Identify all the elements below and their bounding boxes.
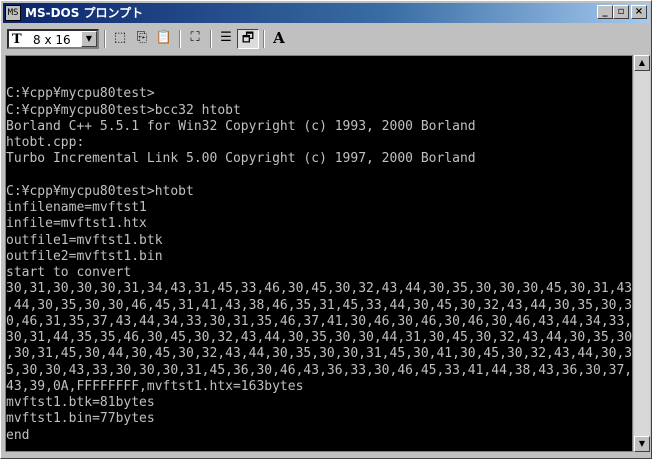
chevron-down-icon[interactable]: ▼ — [81, 31, 97, 47]
console-line: 43,39,0A,FFFFFFFF,mvftst1.htx=163bytes — [6, 378, 304, 394]
ms-dos-prompt-window: MS MS-DOS プロンプト _ ▫ × T 8 x 16 ▼ ⬚ ⎘ 📋 ⛶… — [0, 0, 652, 459]
toolbar-separator — [263, 30, 265, 48]
console-line: 0,46,31,35,37,43,44,34,33,30,31,35,46,37… — [6, 313, 633, 329]
copy-icon[interactable]: ⎘ — [131, 29, 153, 49]
console-line: start to convert — [6, 265, 132, 280]
console-line: mvftst1.btk=81bytes — [6, 395, 155, 410]
console-line: 30,31,44,35,35,46,30,45,30,32,43,44,30,3… — [6, 330, 633, 345]
console-line: ,44,30,35,30,30,46,45,31,41,43,38,46,35,… — [6, 297, 633, 313]
paste-icon[interactable]: 📋 — [153, 29, 175, 49]
font-size-select[interactable]: T 8 x 16 ▼ — [7, 29, 99, 49]
console-line: ,30,31,45,30,44,30,45,30,32,43,44,30,35,… — [6, 346, 633, 362]
console-line: 30,31,30,30,30,31,34,43,31,45,33,46,30,4… — [6, 281, 633, 297]
console-line: 5,30,30,43,33,30,30,30,31,45,36,30,46,43… — [6, 362, 633, 378]
properties-icon[interactable]: ☰ — [215, 29, 237, 49]
background-icon[interactable]: 🗗 — [237, 29, 259, 49]
truetype-font-icon: T — [12, 32, 22, 47]
console-line: Borland C++ 5.5.1 for Win32 Copyright (c… — [6, 118, 476, 134]
console-line: Turbo Incremental Link 5.00 Copyright (c… — [6, 151, 476, 167]
mark-icon[interactable]: ⬚ — [109, 29, 131, 49]
minimize-button[interactable]: _ — [597, 5, 613, 19]
font-icon[interactable]: A — [268, 29, 290, 49]
console-line: outfile2=mvftst1.bin — [6, 248, 163, 264]
scroll-down-button[interactable]: ▼ — [634, 436, 650, 452]
console-line: C:¥cpp¥mycpu80test> — [6, 86, 155, 102]
window-title: MS-DOS プロンプト — [25, 6, 144, 20]
vertical-scrollbar[interactable]: ▲ ▼ — [634, 55, 650, 452]
toolbar-separator — [104, 30, 106, 48]
console-text: C:¥cpp¥mycpu80test> C:¥cpp¥mycpu80test>bc… — [6, 70, 633, 451]
console-line: outfile1=mvftst1.btk — [6, 232, 163, 248]
console-line: mvftst1.bin=77bytes — [6, 411, 155, 427]
maximize-button[interactable]: ▫ — [613, 5, 629, 19]
toolbar: T 8 x 16 ▼ ⬚ ⎘ 📋 ⛶ ☰ 🗗 A — [3, 25, 649, 53]
close-button[interactable]: × — [631, 5, 647, 19]
fullscreen-icon[interactable]: ⛶ — [184, 29, 206, 49]
console-line: C:¥cpp¥mycpu80test>htobt — [6, 183, 194, 199]
console-line: C:¥cpp¥mycpu80test>bcc32 htobt — [6, 102, 241, 118]
font-size-value: 8 x 16 — [33, 33, 71, 47]
console-line: end — [6, 427, 30, 443]
ms-dos-app-icon[interactable]: MS — [5, 5, 21, 21]
console-line: htobt.cpp: — [6, 135, 85, 150]
console-output[interactable]: C:¥cpp¥mycpu80test> C:¥cpp¥mycpu80test>bc… — [5, 55, 633, 452]
toolbar-separator — [210, 30, 212, 48]
console-line: infile=mvftst1.htx — [6, 216, 147, 232]
title-bar[interactable]: MS MS-DOS プロンプト _ ▫ × — [3, 3, 649, 23]
console-line: infilename=mvftst1 — [6, 200, 147, 215]
scroll-up-button[interactable]: ▲ — [634, 55, 650, 71]
toolbar-separator — [179, 30, 181, 48]
